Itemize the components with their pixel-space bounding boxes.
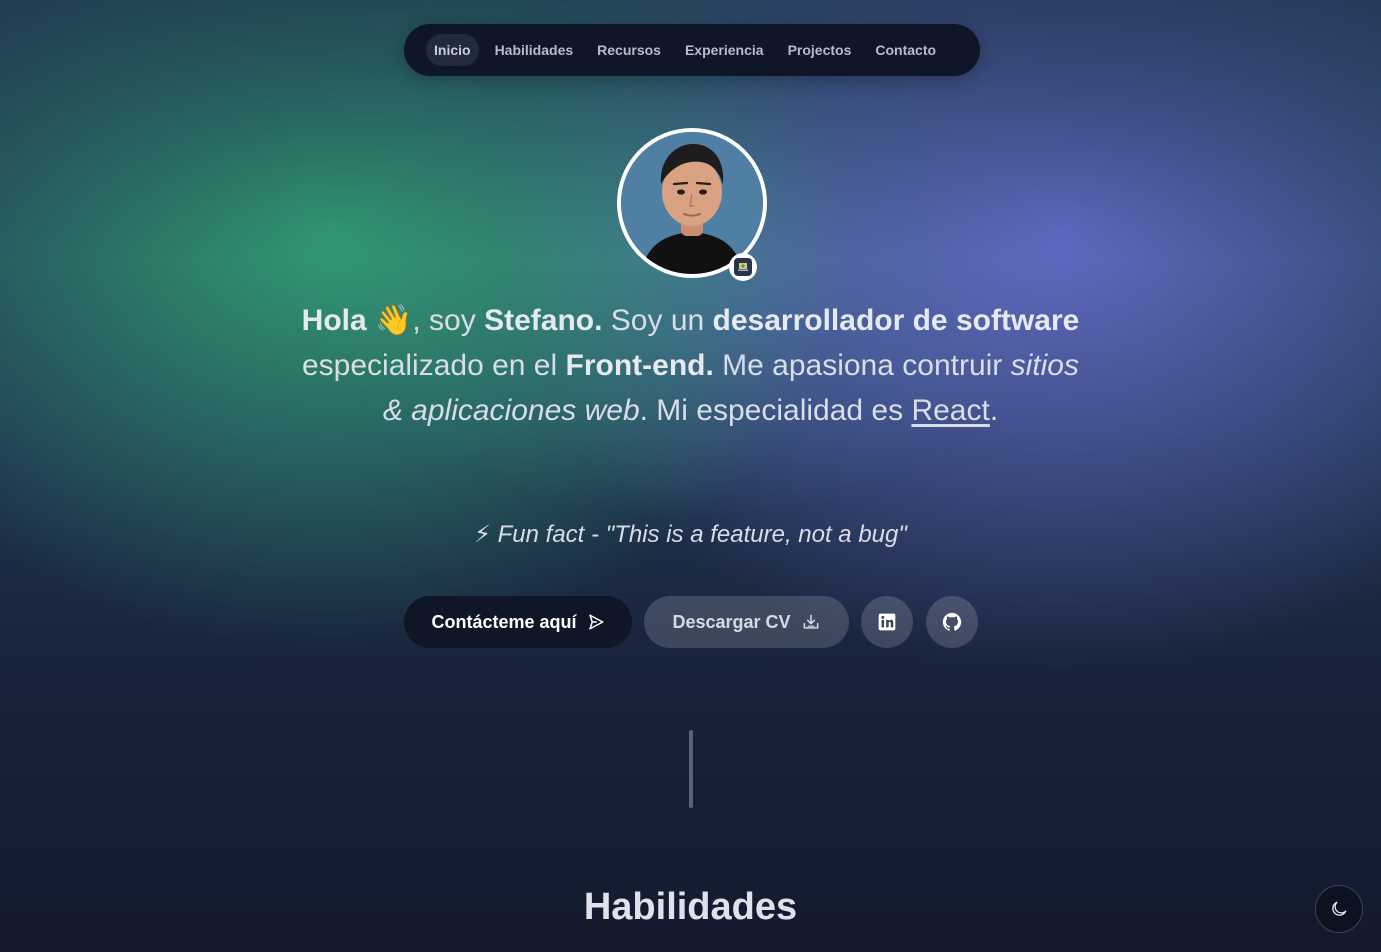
hero-intro-text: Hola 👋, soy Stefano. Soy un desarrollado…: [300, 298, 1081, 433]
hero-hola: Hola: [301, 304, 367, 337]
nav-item-recursos[interactable]: Recursos: [589, 34, 669, 66]
contact-button[interactable]: Contácteme aquí: [404, 596, 632, 648]
nav-item-contacto[interactable]: Contacto: [867, 34, 944, 66]
lightning-icon: ⚡: [474, 521, 491, 548]
wave-emoji: 👋: [375, 304, 413, 337]
scroll-indicator: [689, 730, 693, 808]
hero-especializado: especializado en el: [301, 349, 566, 382]
linkedin-icon: [878, 613, 896, 631]
hero-soy-un: Soy un: [602, 304, 713, 337]
fun-fact: ⚡ Fun fact - "This is a feature, not a b…: [300, 520, 1081, 549]
hero-apasiona: Me apasiona contruir: [713, 349, 1011, 382]
nav-item-inicio[interactable]: Inicio: [426, 34, 479, 66]
profile-avatar-wrapper: [617, 128, 767, 281]
hero-soy: , soy: [412, 304, 485, 337]
top-nav: Inicio Habilidades Recursos Experiencia …: [404, 24, 980, 76]
hero-frontend: Front-end.: [565, 349, 714, 382]
github-icon: [942, 612, 962, 631]
nav-item-experiencia[interactable]: Experiencia: [677, 34, 772, 66]
hero-role: desarrollador de software: [712, 304, 1080, 337]
github-button[interactable]: [926, 596, 978, 648]
send-icon: [588, 614, 604, 630]
avatar-badge: [729, 253, 757, 281]
hero-end: .: [989, 394, 999, 427]
nav-item-habilidades[interactable]: Habilidades: [487, 34, 582, 66]
download-cv-button[interactable]: Descargar CV: [644, 596, 849, 648]
contact-button-label: Contácteme aquí: [431, 611, 577, 632]
nav-item-projectos[interactable]: Projectos: [780, 34, 860, 66]
skills-section-title: Habilidades: [583, 886, 798, 928]
fun-fact-text: Fun fact - "This is a feature, not a bug…: [497, 521, 907, 548]
download-cv-label: Descargar CV: [672, 611, 791, 632]
theme-toggle-button[interactable]: [1315, 885, 1363, 933]
hero-name: Stefano.: [484, 304, 603, 337]
react-link[interactable]: React: [911, 394, 989, 427]
linkedin-button[interactable]: [861, 596, 913, 648]
download-icon: [803, 614, 818, 629]
hero-especialidad: . Mi especialidad es: [639, 394, 912, 427]
moon-icon: [1332, 901, 1347, 916]
laptop-emoji-icon: [734, 258, 752, 276]
